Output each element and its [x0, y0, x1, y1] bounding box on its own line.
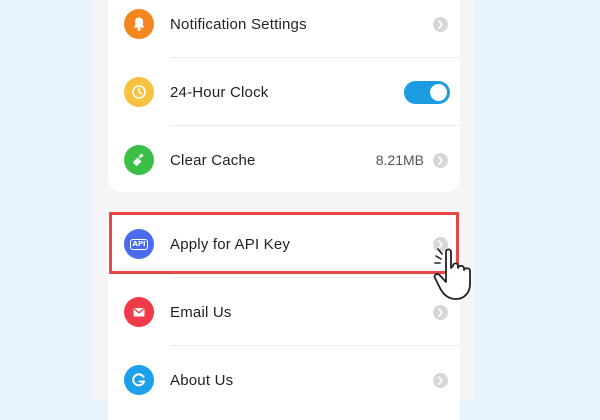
chevron-right-icon: [433, 304, 448, 320]
chevron-right-icon: [433, 16, 448, 32]
chevron-right-icon: [433, 236, 448, 252]
support-card: API Apply for API Key Email Us About Us: [108, 210, 460, 420]
cache-size-value: 8.21MB: [375, 152, 424, 168]
api-icon: API: [124, 229, 154, 259]
email-us-label: Email Us: [170, 303, 232, 321]
bell-icon: [124, 9, 154, 39]
api-icon-text: API: [130, 238, 148, 250]
clear-cache-label: Clear Cache: [170, 151, 256, 169]
app-logo-icon: [124, 365, 154, 395]
chevron-right-icon: [433, 372, 448, 388]
clear-cache-row[interactable]: Clear Cache 8.21MB: [108, 126, 460, 192]
apply-api-key-label: Apply for API Key: [170, 235, 291, 253]
notification-settings-row[interactable]: Notification Settings: [108, 0, 460, 58]
settings-screen: Notification Settings 24-Hour Clock Clea…: [92, 0, 474, 420]
apply-api-key-row[interactable]: API Apply for API Key: [108, 210, 460, 278]
clock-icon: [124, 77, 154, 107]
clock-format-row: 24-Hour Clock: [108, 58, 460, 126]
notification-settings-label: Notification Settings: [170, 15, 307, 33]
toggle-knob: [430, 83, 447, 101]
mail-icon: [124, 297, 154, 327]
chevron-right-icon: [433, 152, 448, 168]
clock-format-label: 24-Hour Clock: [170, 83, 269, 101]
broom-icon: [124, 145, 154, 175]
about-us-label: About Us: [170, 371, 234, 389]
email-us-row[interactable]: Email Us: [108, 278, 460, 346]
about-us-row[interactable]: About Us: [108, 346, 460, 414]
clock-format-toggle[interactable]: [404, 80, 450, 104]
settings-card: Notification Settings 24-Hour Clock Clea…: [108, 0, 460, 192]
